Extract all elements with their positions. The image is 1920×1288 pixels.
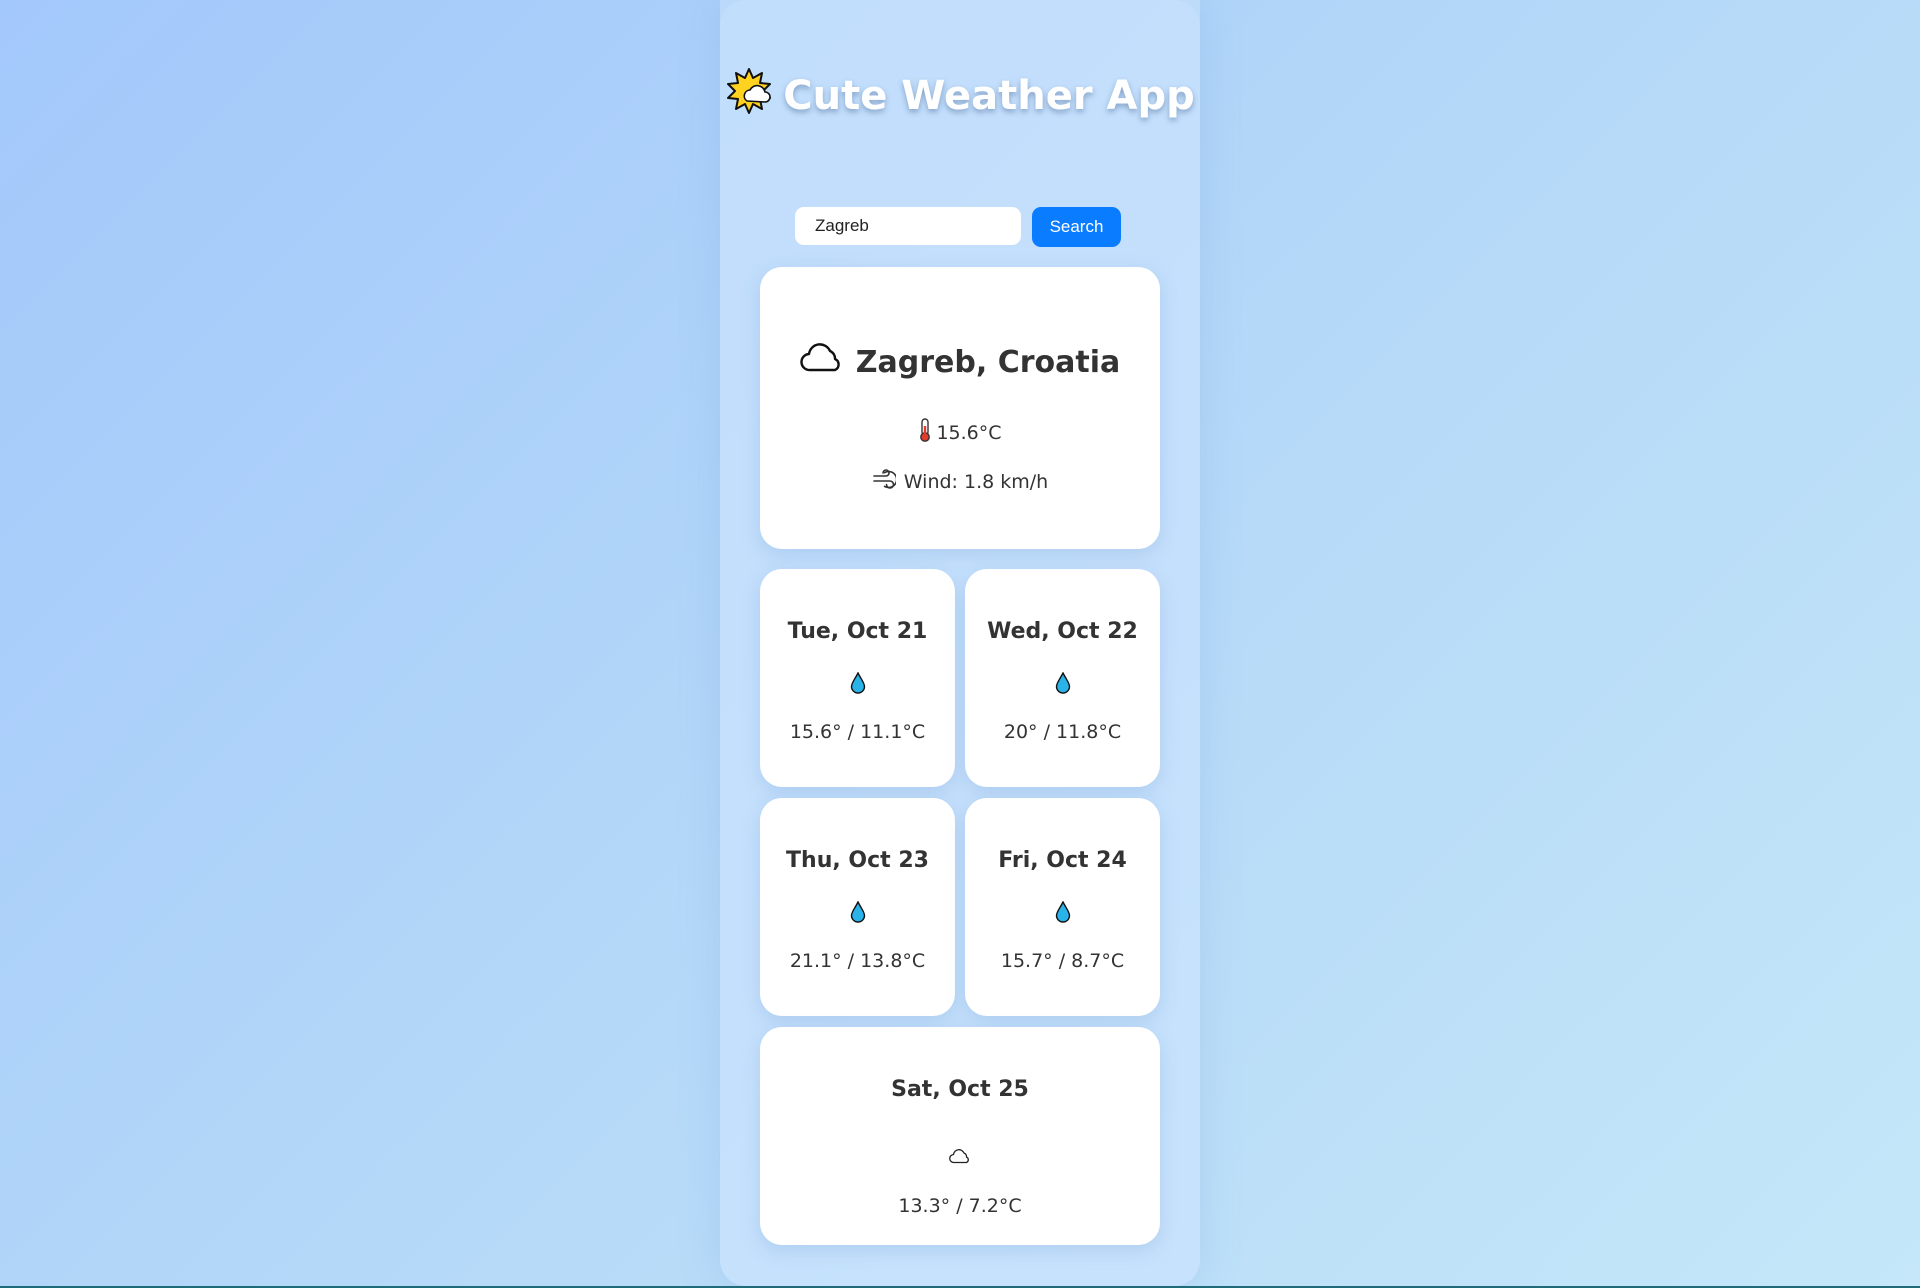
forecast-temp-range: 13.3° / 7.2°C — [898, 1195, 1022, 1217]
forecast-date: Tue, Oct 21 — [787, 619, 928, 644]
raindrop-icon — [965, 672, 1160, 694]
raindrop-icon — [760, 672, 955, 694]
forecast-date: Thu, Oct 23 — [786, 848, 929, 873]
forecast-date: Wed, Oct 22 — [987, 619, 1138, 644]
forecast-card: Tue, Oct 21 15.6° / 11.1°C — [760, 569, 955, 787]
forecast-card: Thu, Oct 23 21.1° / 13.8°C — [760, 798, 955, 1016]
app-title-text: Cute Weather App — [783, 73, 1195, 119]
location-name: Zagreb, Croatia — [855, 344, 1121, 380]
forecast-card: Sat, Oct 25 13.3° / 7.2°C — [760, 1027, 1160, 1245]
raindrop-icon — [760, 901, 955, 923]
forecast-temp-range: 21.1° / 13.8°C — [789, 950, 926, 972]
wind-icon — [872, 469, 898, 494]
forecast-date: Fri, Oct 24 — [998, 848, 1127, 873]
temperature-value: 15.6°C — [936, 421, 1002, 444]
wind-value: Wind: 1.8 km/h — [903, 470, 1049, 493]
sun-behind-cloud-icon — [725, 67, 773, 115]
thermometer-icon — [918, 418, 932, 447]
current-wind: Wind: 1.8 km/h — [760, 469, 1160, 494]
forecast-card: Wed, Oct 22 20° / 11.8°C — [965, 569, 1160, 787]
cloud-icon — [760, 1149, 1160, 1164]
forecast-temp-range: 15.7° / 8.7°C — [1000, 950, 1125, 972]
forecast-card: Fri, Oct 24 15.7° / 8.7°C — [965, 798, 1160, 1016]
city-search-input[interactable] — [795, 207, 1021, 245]
search-button[interactable]: Search — [1032, 207, 1121, 247]
cloud-icon — [800, 343, 844, 381]
forecast-temp-range: 20° / 11.8°C — [1003, 721, 1122, 743]
current-temperature: 15.6°C — [760, 418, 1160, 447]
app-title: Cute Weather App — [720, 66, 1200, 127]
raindrop-icon — [965, 901, 1160, 923]
current-location-heading: Zagreb, Croatia — [760, 343, 1160, 381]
forecast-date: Sat, Oct 25 — [891, 1077, 1029, 1102]
weather-app-panel: Cute Weather App Search Zagreb, Croatia … — [720, 0, 1200, 1286]
search-bar: Search — [795, 207, 1121, 247]
current-weather-card: Zagreb, Croatia 15.6°C Wind: 1.8 km/h — [760, 267, 1160, 549]
forecast-temp-range: 15.6° / 11.1°C — [789, 721, 926, 743]
